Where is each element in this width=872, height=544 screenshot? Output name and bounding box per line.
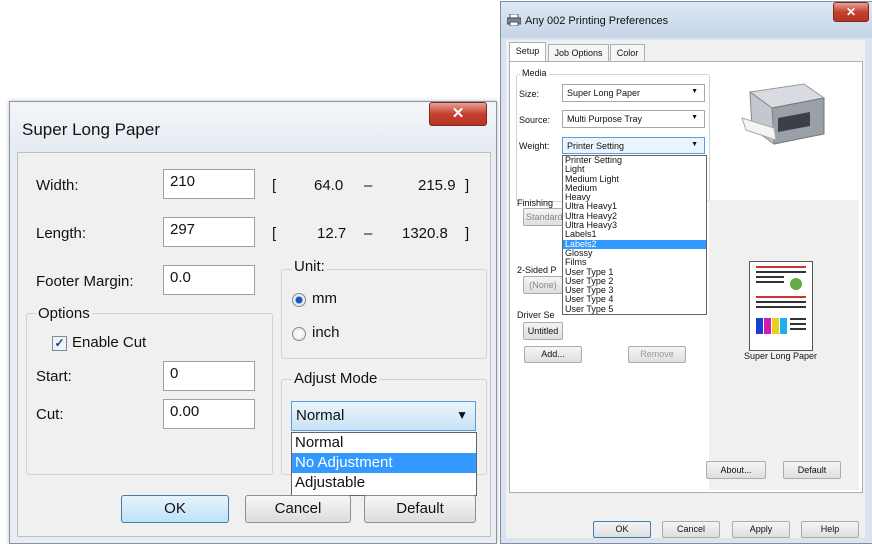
driver-settings-select[interactable]: Untitled: [523, 322, 563, 340]
dialog-body: Width: 210 [ 64.0 – 215.9 ] Length: 297 …: [17, 152, 491, 537]
cancel-button[interactable]: Cancel: [245, 495, 351, 523]
inch-label: inch: [312, 324, 340, 341]
media-group-label: Media: [520, 68, 549, 78]
length-range-open: [: [272, 225, 277, 242]
length-label: Length:: [36, 225, 87, 242]
printing-preferences-dialog: Any 002 Printing Preferences ✕ Setup Job…: [500, 1, 872, 544]
width-label: Width:: [36, 177, 79, 194]
length-range-dash: –: [364, 225, 373, 242]
unit-group-label: Unit:: [292, 258, 327, 275]
start-input[interactable]: 0: [163, 361, 255, 391]
dialog-title: Any 002 Printing Preferences: [525, 15, 669, 27]
mm-radio[interactable]: [292, 293, 306, 307]
add-button[interactable]: Add...: [524, 346, 582, 363]
page-preview: [749, 261, 813, 351]
adjust-option[interactable]: No Adjustment: [292, 453, 476, 473]
width-input[interactable]: 210: [163, 169, 255, 199]
weight-value: Printer Setting: [567, 141, 625, 151]
length-range-max: 1320.8: [402, 225, 448, 242]
size-label: Size:: [519, 89, 540, 99]
adjust-option[interactable]: Adjustable: [292, 473, 476, 493]
cut-label: Cut:: [36, 406, 64, 423]
chevron-down-icon: ▼: [691, 114, 698, 121]
two-sided-select[interactable]: (None): [523, 276, 563, 294]
apply-button[interactable]: Apply: [732, 521, 790, 538]
mm-label: mm: [312, 290, 337, 307]
driver-settings-label: Driver Se: [517, 310, 555, 320]
two-sided-label: 2-Sided P: [517, 265, 557, 275]
ok-button[interactable]: OK: [121, 495, 229, 523]
chevron-down-icon: ▼: [691, 88, 698, 95]
about-button[interactable]: About...: [706, 461, 766, 479]
size-value: Super Long Paper: [567, 88, 641, 98]
default-button[interactable]: Default: [783, 461, 841, 479]
size-combo[interactable]: Super Long Paper ▼: [562, 84, 705, 102]
width-range-min: 64.0: [314, 177, 344, 194]
start-label: Start:: [36, 368, 72, 385]
enable-cut-label: Enable Cut: [72, 334, 147, 351]
footer-margin-input[interactable]: 0.0: [163, 265, 255, 295]
length-range-min: 12.7: [317, 225, 347, 242]
tab-color[interactable]: Color: [610, 44, 645, 61]
options-group-label: Options: [36, 305, 92, 322]
adjust-mode-dropdown-list: Normal No Adjustment Adjustable: [291, 432, 477, 496]
weight-label: Weight:: [519, 141, 550, 151]
default-button[interactable]: Default: [364, 495, 476, 523]
adjust-mode-label: Adjust Mode: [292, 370, 380, 387]
ok-button[interactable]: OK: [593, 521, 651, 538]
printer-icon: [507, 14, 521, 26]
super-long-paper-dialog: Super Long Paper ✕ Width: 210 [ 64.0 – 2…: [9, 101, 497, 544]
chevron-down-icon: ▼: [691, 141, 698, 148]
weight-dropdown-list: Printer Setting Light Medium Light Mediu…: [562, 155, 707, 315]
weight-combo[interactable]: Printer Setting ▼: [562, 137, 705, 154]
tab-setup[interactable]: Setup: [509, 42, 546, 61]
weight-option[interactable]: User Type 5: [563, 304, 706, 314]
unit-group: [281, 269, 487, 359]
close-button[interactable]: ✕: [833, 2, 869, 22]
title-bar: Any 002 Printing Preferences ✕: [501, 2, 872, 38]
adjust-option[interactable]: Normal: [292, 433, 476, 453]
dialog-title: Super Long Paper: [22, 120, 160, 139]
page-preview-image: [756, 266, 806, 334]
finishing-label: Finishing: [517, 198, 554, 208]
printer-image: [741, 83, 826, 146]
length-input[interactable]: 297: [163, 217, 255, 247]
width-range-max: 215.9: [418, 177, 456, 194]
preview-caption: Super Long Paper: [744, 351, 818, 361]
tab-job-options[interactable]: Job Options: [548, 44, 609, 61]
finishing-select[interactable]: Standard: [523, 208, 563, 226]
width-range-open: [: [272, 177, 277, 194]
dialog-body: Setup Job Options Color Media Size: Supe…: [506, 40, 865, 538]
title-bar: Super Long Paper ✕: [10, 102, 496, 154]
help-button[interactable]: Help: [801, 521, 859, 538]
inch-radio[interactable]: [292, 327, 306, 341]
length-range-close: ]: [465, 225, 470, 242]
source-label: Source:: [519, 115, 551, 125]
width-range-dash: –: [364, 177, 373, 194]
cut-input[interactable]: 0.00: [163, 399, 255, 429]
adjust-mode-combo[interactable]: Normal ▼: [291, 401, 476, 431]
source-value: Multi Purpose Tray: [567, 114, 643, 124]
adjust-mode-selected: Normal: [296, 407, 345, 424]
enable-cut-checkbox[interactable]: ✓: [52, 336, 67, 351]
source-combo[interactable]: Multi Purpose Tray ▼: [562, 110, 705, 128]
width-range-close: ]: [465, 177, 470, 194]
remove-button[interactable]: Remove: [628, 346, 686, 363]
cancel-button[interactable]: Cancel: [662, 521, 720, 538]
close-button[interactable]: ✕: [429, 102, 487, 126]
chevron-down-icon: ▼: [456, 408, 468, 422]
footer-margin-label: Footer Margin:: [36, 273, 134, 290]
